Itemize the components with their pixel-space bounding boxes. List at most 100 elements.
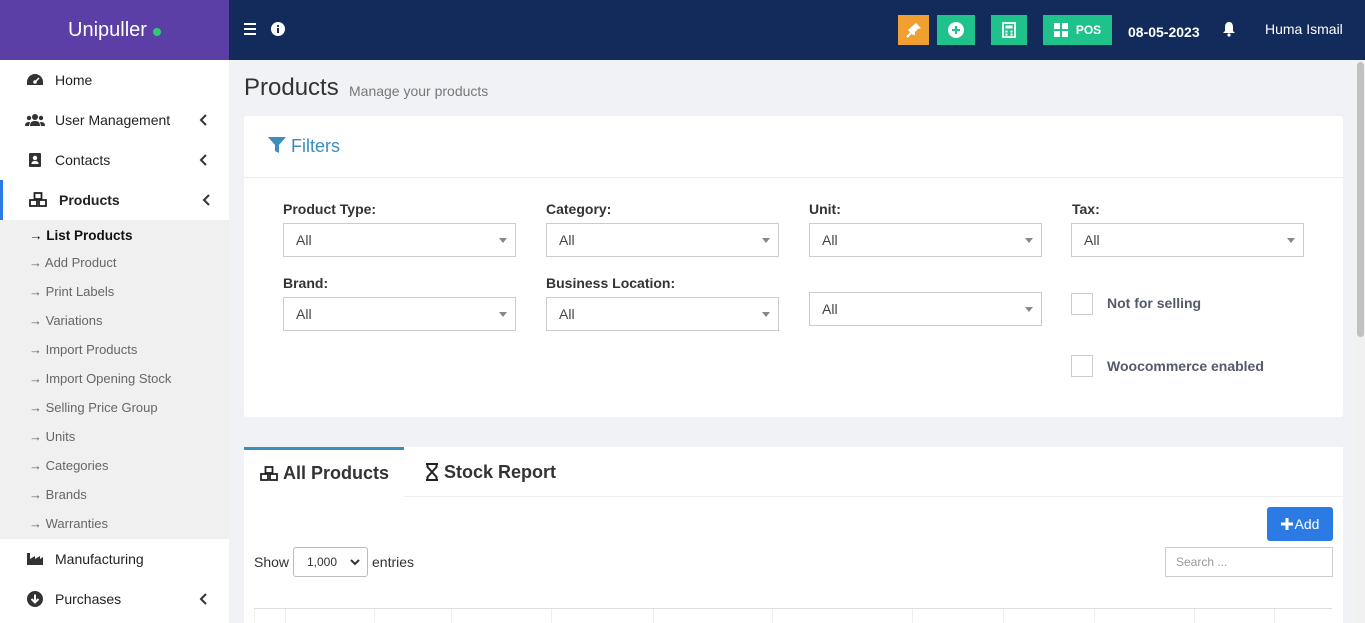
calculator-button[interactable] — [991, 15, 1027, 45]
submenu-item-selling-price-group[interactable]: → Selling Price Group — [29, 400, 158, 415]
page-subtitle: Manage your products — [349, 83, 489, 99]
submenu-item-variations[interactable]: → Variations — [29, 313, 102, 328]
pos-button[interactable]: POS — [1043, 15, 1112, 45]
add-label: Add — [1294, 516, 1320, 532]
table-header-cell[interactable] — [653, 609, 772, 623]
tab-label: Stock Report — [444, 461, 557, 482]
category-value: All — [559, 232, 575, 248]
caret-down-icon — [1287, 238, 1295, 243]
submenu-item-warranties[interactable]: → Warranties — [29, 516, 108, 531]
table-header-cell[interactable] — [285, 609, 374, 623]
sidebar-item-label: Manufacturing — [55, 551, 144, 567]
woocommerce-enabled-label: Woocommerce enabled — [1107, 358, 1264, 374]
search-input[interactable] — [1165, 547, 1333, 577]
caret-down-icon — [1025, 307, 1033, 312]
table-header-cell[interactable] — [451, 609, 551, 623]
add-new-button[interactable] — [937, 15, 975, 45]
app-logo[interactable]: Unipuller — [0, 0, 229, 60]
sidebar-item-purchases[interactable]: Purchases — [0, 579, 229, 619]
pin-button[interactable] — [898, 15, 929, 45]
products-tabs-panel: All Products Stock Report Add Show 1,000… — [244, 447, 1343, 623]
sidebar-item-products[interactable]: Products — [0, 180, 229, 220]
business-location-value: All — [559, 306, 575, 322]
filter-icon — [268, 137, 286, 153]
submenu-item-units[interactable]: → Units — [29, 429, 75, 444]
sidebar: Home User Management Contacts Products →… — [0, 60, 229, 623]
category-label: Category: — [546, 201, 612, 217]
caret-down-icon — [762, 238, 770, 243]
pos-label: POS — [1075, 23, 1102, 37]
sidebar-item-label: Home — [55, 72, 93, 88]
submenu-item-list-products[interactable]: → List Products — [29, 228, 133, 243]
industry-icon — [25, 550, 45, 568]
sidebar-item-manufacturing[interactable]: Manufacturing — [0, 539, 229, 579]
brand-value: All — [296, 306, 312, 322]
product-type-select[interactable]: All — [283, 223, 516, 257]
submenu-item-categories[interactable]: → Categories — [29, 458, 108, 473]
table-header-cell[interactable] — [912, 609, 1003, 623]
caret-down-icon — [762, 312, 770, 317]
business-location-select[interactable]: All — [546, 297, 779, 331]
category-select[interactable]: All — [546, 223, 779, 257]
dashboard-icon — [25, 71, 45, 89]
tab-all-products[interactable]: All Products — [244, 447, 404, 497]
submenu-item-brands[interactable]: → Brands — [29, 487, 87, 502]
user-menu[interactable]: Huma Ismail — [1265, 21, 1343, 37]
chevron-down-icon — [350, 559, 360, 566]
product-type-value: All — [296, 232, 312, 248]
chevron-left-icon — [199, 593, 207, 605]
page-scrollbar[interactable] — [1356, 60, 1365, 623]
calculator-icon — [1002, 22, 1016, 38]
table-header-cell[interactable] — [551, 609, 653, 623]
woocommerce-enabled-checkbox[interactable] — [1071, 355, 1093, 377]
table-header-cell[interactable] — [1094, 609, 1194, 623]
online-dot-icon — [152, 28, 161, 36]
sidebar-item-label: Contacts — [55, 152, 111, 168]
add-product-button[interactable]: Add — [1267, 507, 1333, 541]
caret-down-icon — [499, 238, 507, 243]
cubes-icon — [260, 465, 278, 481]
chevron-left-icon — [202, 194, 210, 206]
sidebar-item-home[interactable]: Home — [0, 60, 229, 100]
table-header-cell[interactable] — [1194, 609, 1274, 623]
unit-label: Unit: — [809, 201, 841, 217]
table-header-cell[interactable] — [1274, 609, 1332, 623]
entries-per-page-select[interactable]: 1,000 — [293, 547, 368, 577]
submenu-item-add-product[interactable]: → Add Product — [29, 255, 116, 270]
thumbtack-icon — [905, 23, 921, 38]
table-header-row — [254, 608, 1332, 623]
entries-value: 1,000 — [307, 555, 338, 569]
cubes-icon — [28, 191, 48, 209]
table-header-cell[interactable] — [1003, 609, 1094, 623]
table-header-cell[interactable] — [772, 609, 912, 623]
bell-icon[interactable] — [1220, 20, 1238, 38]
info-icon[interactable] — [269, 20, 287, 38]
sidebar-item-contacts[interactable]: Contacts — [0, 140, 229, 180]
sidebar-item-user-management[interactable]: User Management — [0, 100, 229, 140]
caret-down-icon — [499, 312, 507, 317]
extra-filter-select[interactable]: All — [809, 292, 1042, 326]
extra-filter-value: All — [822, 301, 838, 317]
hamburger-menu-icon[interactable] — [242, 20, 260, 38]
pos-grid-icon — [1053, 23, 1068, 37]
not-for-selling-checkbox[interactable] — [1071, 293, 1093, 315]
filters-panel: Filters Product Type: All Category: All … — [244, 116, 1343, 417]
submenu-item-import-opening-stock[interactable]: → Import Opening Stock — [29, 371, 171, 386]
submenu-item-print-labels[interactable]: → Print Labels — [29, 284, 114, 299]
scrollbar-thumb[interactable] — [1357, 62, 1364, 337]
users-icon — [25, 111, 45, 129]
tax-label: Tax: — [1072, 201, 1100, 217]
top-navbar: POS 08-05-2023 Huma Ismail — [229, 0, 1365, 60]
tax-select[interactable]: All — [1071, 223, 1304, 257]
submenu-item-import-products[interactable]: → Import Products — [29, 342, 137, 357]
tab-stock-report[interactable]: Stock Report — [404, 447, 574, 497]
table-header-cell[interactable] — [254, 609, 285, 623]
unit-select[interactable]: All — [809, 223, 1042, 257]
brand-label: Brand: — [283, 275, 329, 291]
table-header-cell[interactable] — [374, 609, 451, 623]
tabs-divider — [404, 496, 1343, 497]
brand-select[interactable]: All — [283, 297, 516, 331]
filters-header[interactable]: Filters — [244, 116, 1343, 178]
tax-value: All — [1084, 232, 1100, 248]
products-submenu: → List Products → Add Product → Print La… — [0, 220, 229, 539]
